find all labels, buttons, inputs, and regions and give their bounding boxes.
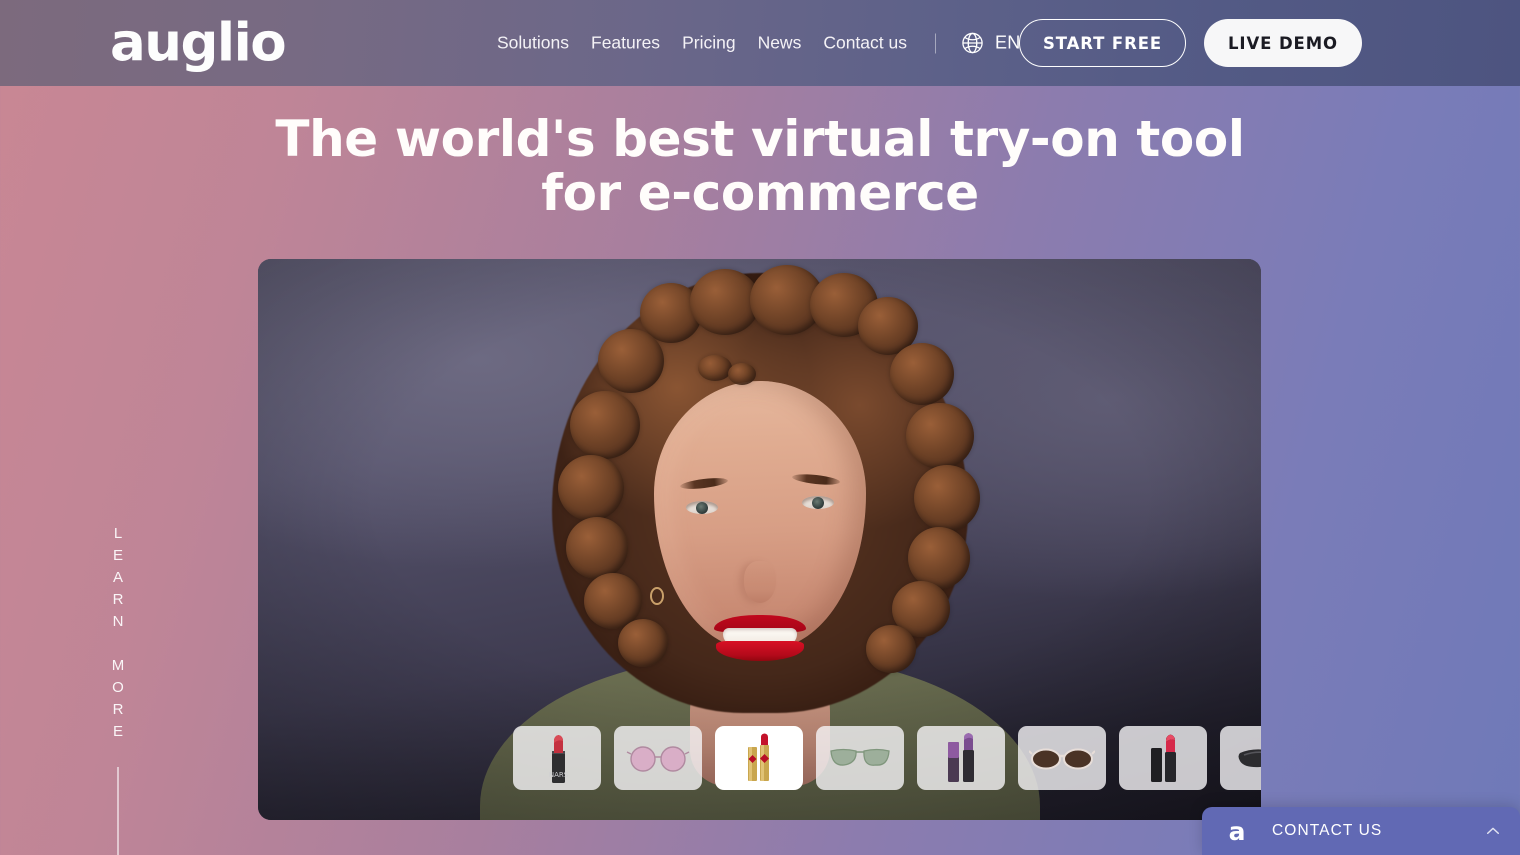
product-thumbnail-green-cat-eye-sunglasses[interactable] [816, 726, 904, 790]
contact-us-label: CONTACT US [1272, 822, 1383, 839]
sunglasses-icon [1238, 749, 1261, 768]
language-selector[interactable]: EN [960, 31, 1021, 56]
live-demo-button[interactable]: LIVE DEMO [1204, 19, 1362, 67]
nav-item-contact-us[interactable]: Contact us [823, 33, 907, 54]
nav-divider [934, 33, 936, 53]
lipstick-icon [1151, 734, 1176, 782]
lipstick-icon [948, 733, 974, 782]
lipstick-icon [748, 733, 769, 781]
main-navigation: Solutions Features Pricing News Contact … [497, 31, 1021, 56]
sunglasses-icon [830, 748, 890, 766]
svg-text:NARS: NARS [549, 771, 569, 779]
start-free-button[interactable]: START FREE [1019, 19, 1186, 67]
contact-us-widget[interactable]: a CONTACT US [1202, 807, 1520, 855]
learn-more-scroll-hint[interactable]: LEARN MORE [98, 525, 138, 855]
product-thumbnail-purple-ombre-lipstick[interactable] [917, 726, 1005, 790]
nav-item-news[interactable]: News [758, 33, 802, 54]
brand-logo[interactable]: auglio [110, 17, 287, 70]
headline-line-1: The world's best virtual try-on tool [275, 110, 1245, 168]
down-arrow-icon [117, 767, 119, 855]
site-header: auglio Solutions Features Pricing News C… [0, 0, 1520, 86]
product-thumbnail-dark-folded-sunglasses[interactable] [1220, 726, 1261, 790]
language-code: EN [994, 32, 1021, 53]
hero-headline: The world's best virtual try-on tool for… [0, 112, 1520, 220]
virtual-tryon-viewer[interactable]: NARS [258, 259, 1261, 820]
product-thumbnail-strip[interactable]: NARS [513, 726, 1261, 790]
product-thumbnail-nars-red-lipstick[interactable]: NARS [513, 726, 601, 790]
product-thumbnail-pink-black-lipstick[interactable] [1119, 726, 1207, 790]
headline-line-2: for e-commerce [541, 164, 979, 222]
nav-item-features[interactable]: Features [591, 33, 660, 54]
product-thumbnail-brown-oval-sunglasses[interactable] [1018, 726, 1106, 790]
lipstick-icon: NARS [549, 735, 569, 783]
product-thumbnail-pink-round-sunglasses[interactable] [614, 726, 702, 790]
learn-more-label: LEARN MORE [109, 525, 127, 745]
sunglasses-icon [626, 746, 690, 772]
header-actions: START FREE LIVE DEMO [1019, 19, 1520, 67]
chevron-up-icon[interactable] [1484, 822, 1502, 840]
nav-item-solutions[interactable]: Solutions [497, 33, 569, 54]
sunglasses-icon [1029, 748, 1095, 770]
product-thumbnail-ysl-gold-lipstick-duo[interactable] [715, 726, 803, 790]
globe-icon [962, 32, 983, 54]
auglio-a-icon: a [1228, 816, 1246, 846]
nav-item-pricing[interactable]: Pricing [682, 33, 736, 54]
